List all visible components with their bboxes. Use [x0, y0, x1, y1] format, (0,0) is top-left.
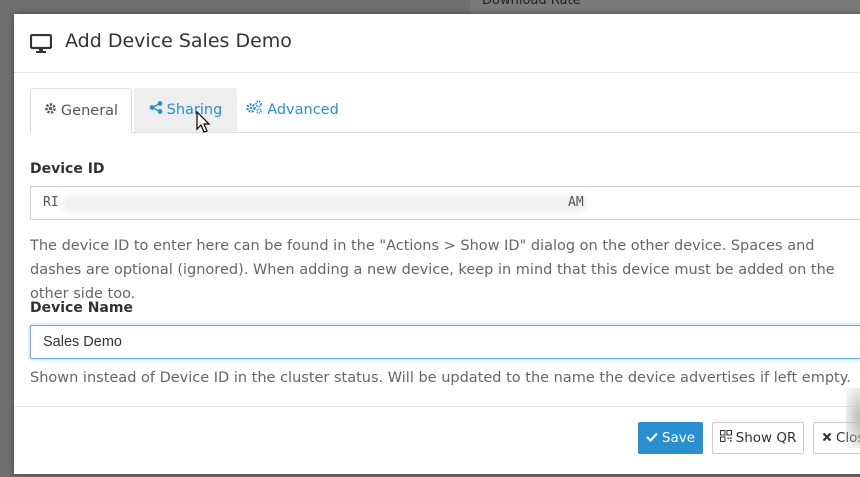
tab-advanced-label: Advanced	[267, 102, 339, 118]
modal-title: Add Device Sales Demo	[65, 30, 292, 52]
device-id-label: Device ID	[30, 161, 105, 177]
modal-body: General Sharing Advanced Device ID RI AM…	[30, 88, 860, 386]
device-name-label: Device Name	[30, 300, 133, 316]
tab-sharing-label: Sharing	[166, 102, 223, 118]
device-name-help: Shown instead of Device ID in the cluste…	[30, 370, 851, 386]
device-id-value-start: RI	[43, 195, 59, 210]
tab-bar: General Sharing Advanced	[30, 88, 860, 133]
tab-general[interactable]: General	[30, 88, 132, 133]
device-id-value-end: AM	[568, 195, 584, 210]
device-id-redaction	[61, 195, 587, 213]
tab-sharing[interactable]: Sharing	[134, 88, 237, 132]
background-page: Download Rate	[470, 0, 860, 14]
tab-advanced[interactable]: Advanced	[241, 88, 343, 132]
show-qr-button[interactable]: Show QR	[712, 422, 804, 454]
device-id-input[interactable]: RI AM	[30, 186, 860, 220]
save-button[interactable]: Save	[638, 422, 703, 454]
share-icon	[149, 89, 163, 132]
background-download-rate: Download Rate	[482, 0, 581, 8]
modal-footer: Save Show QR Close	[14, 406, 860, 477]
mouse-cursor-icon	[196, 110, 212, 139]
modal-header: Add Device Sales Demo	[14, 14, 860, 73]
close-icon	[822, 430, 832, 446]
show-qr-label: Show QR	[735, 430, 797, 446]
scroll-indicator	[846, 388, 860, 448]
qrcode-icon	[719, 430, 732, 446]
device-id-help: The device ID to enter here can be found…	[30, 238, 835, 302]
check-icon	[646, 430, 658, 446]
save-label: Save	[661, 430, 696, 446]
device-name-value: Sales Demo	[43, 334, 122, 350]
cogs-icon	[245, 89, 263, 132]
tab-general-label: General	[60, 102, 119, 119]
device-name-input[interactable]: Sales Demo	[30, 325, 860, 359]
monitor-icon	[29, 33, 53, 58]
gear-icon	[44, 90, 57, 133]
add-device-modal: Add Device Sales Demo General Sharing Ad…	[14, 14, 860, 474]
